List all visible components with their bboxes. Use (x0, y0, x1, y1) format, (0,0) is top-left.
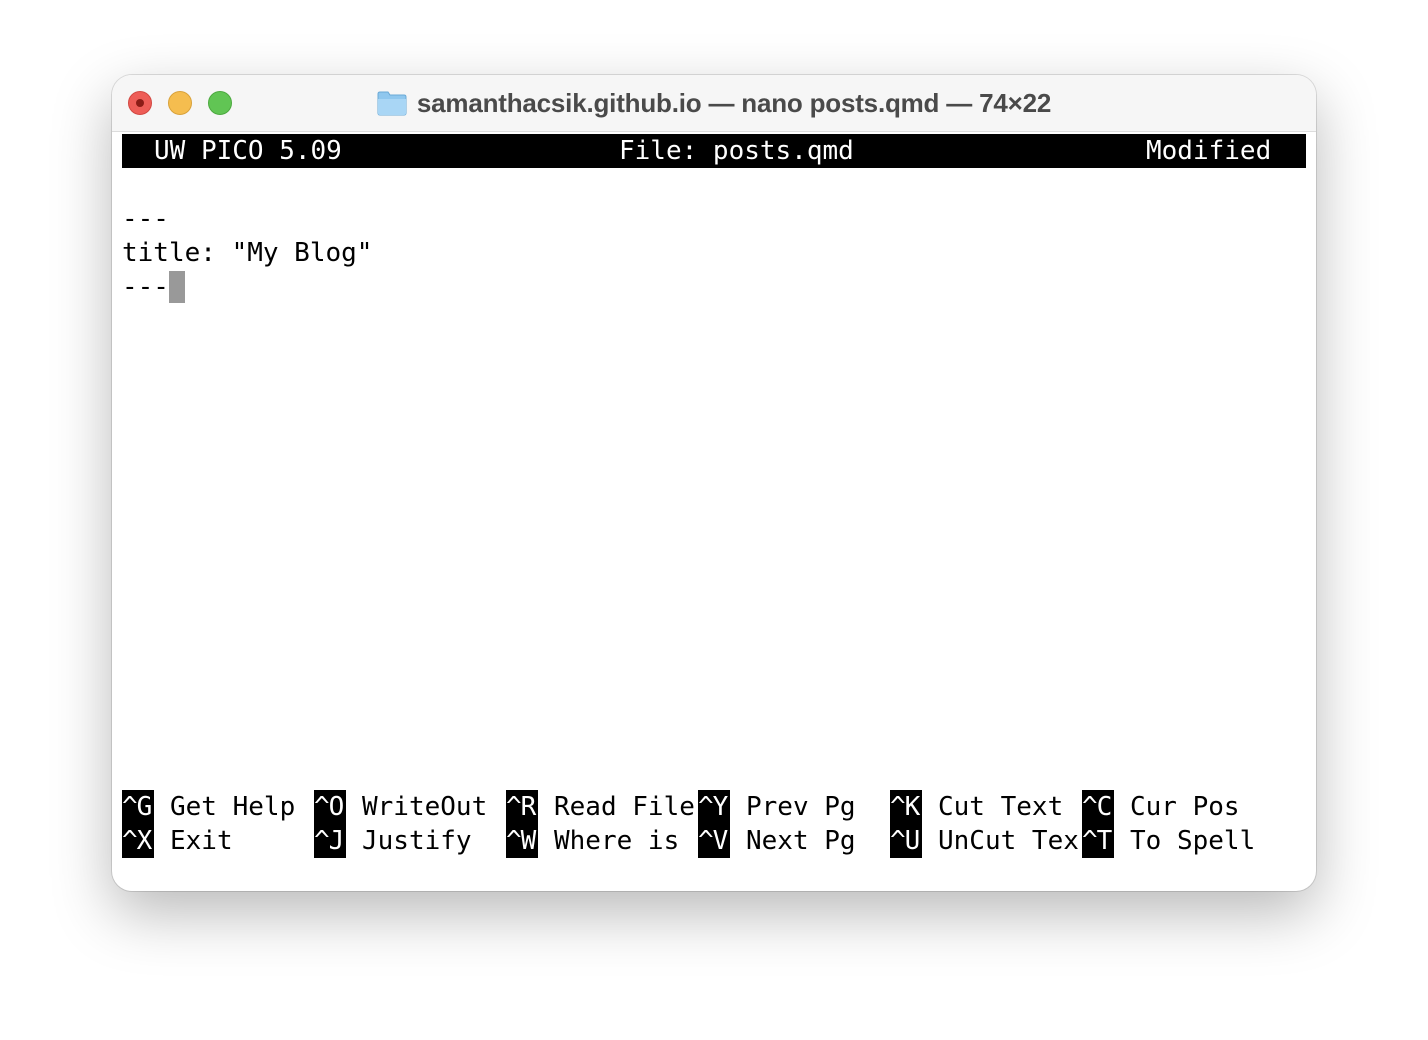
text-line[interactable]: --- (122, 202, 169, 236)
editor-header: UW PICO 5.09 File: posts.qmd Modified (122, 134, 1306, 168)
shortcut-to-spell[interactable]: ^T To Spell (1082, 824, 1255, 858)
text-line[interactable]: title: "My Blog" (122, 236, 372, 270)
text-cursor (168, 271, 185, 303)
terminal-window: samanthacsik.github.io — nano posts.qmd … (112, 75, 1316, 891)
shortcut-justify[interactable]: ^J Justify (314, 824, 472, 858)
shortcut-read-file[interactable]: ^R Read File (506, 790, 695, 824)
editor-status: Modified (1146, 136, 1272, 166)
text-line[interactable]: --- (122, 270, 185, 304)
shortcut-prev-pg[interactable]: ^Y Prev Pg (698, 790, 856, 824)
shortcut-uncut-text[interactable]: ^U UnCut Tex (890, 824, 1079, 858)
shortcut-next-pg[interactable]: ^V Next Pg (698, 824, 856, 858)
shortcut-where-is[interactable]: ^W Where is (506, 824, 679, 858)
shortcut-exit[interactable]: ^X Exit (122, 824, 233, 858)
editor-version: UW PICO 5.09 (154, 136, 342, 166)
title-bar[interactable]: samanthacsik.github.io — nano posts.qmd … (112, 75, 1316, 132)
window-title-text: samanthacsik.github.io — nano posts.qmd … (416, 87, 1052, 118)
nano-editor[interactable]: UW PICO 5.09 File: posts.qmd Modified --… (122, 132, 1306, 882)
folder-icon (377, 90, 407, 116)
shortcut-writeout[interactable]: ^O WriteOut (314, 790, 487, 824)
window-title: samanthacsik.github.io — nano posts.qmd … (112, 75, 1316, 131)
shortcut-cur-pos[interactable]: ^C Cur Pos (1082, 790, 1240, 824)
shortcut-get-help[interactable]: ^G Get Help (122, 790, 295, 824)
editor-filename: File: posts.qmd (619, 136, 854, 166)
shortcut-cut-text[interactable]: ^K Cut Text (890, 790, 1063, 824)
